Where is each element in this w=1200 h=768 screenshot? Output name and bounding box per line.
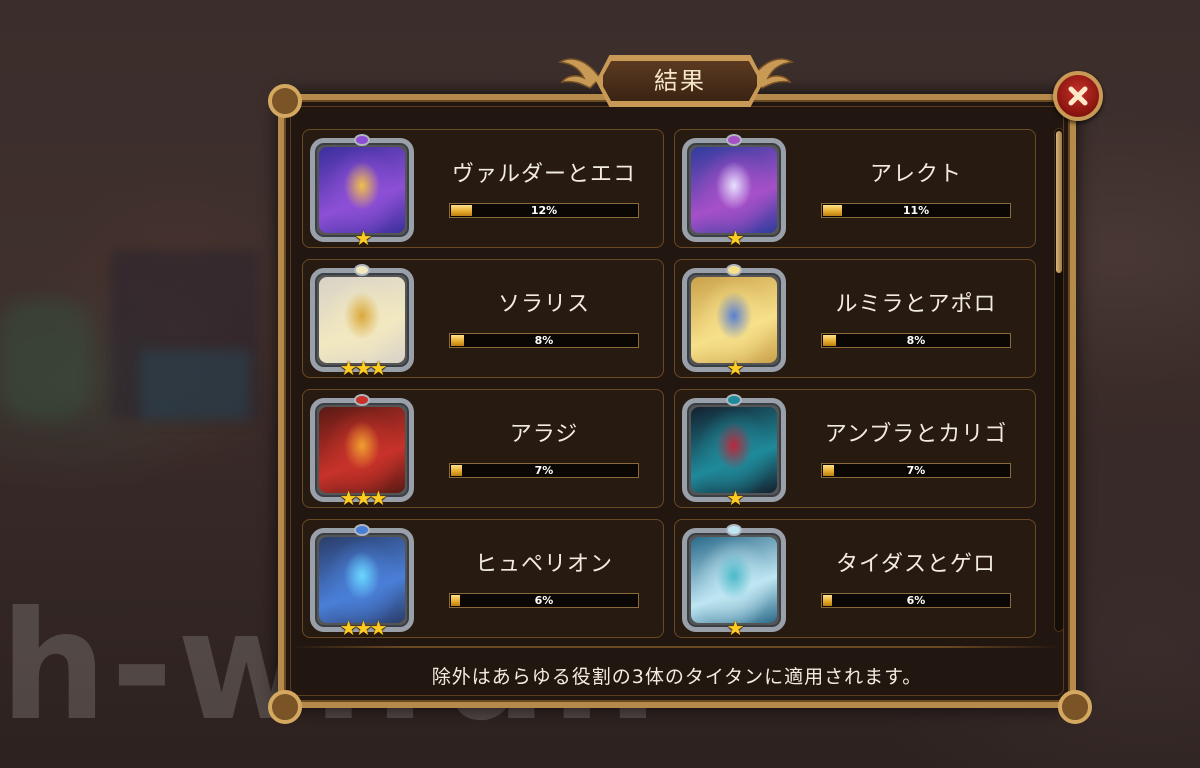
star-rating-icon: ★ bbox=[726, 356, 745, 380]
usage-percent-label: 6% bbox=[906, 594, 926, 607]
usage-percent-label: 7% bbox=[534, 464, 554, 477]
titan-portrait: ★ bbox=[310, 134, 414, 248]
star-rating-icon: ★ bbox=[726, 486, 745, 510]
usage-percent-label: 8% bbox=[534, 334, 554, 347]
portrait-gem-icon bbox=[726, 264, 742, 276]
star-rating-icon: ★★★ bbox=[339, 356, 388, 380]
titan-name: ソラリス bbox=[497, 292, 590, 317]
portrait-gem-icon bbox=[354, 394, 370, 406]
usage-progress-bar: 12% bbox=[449, 203, 639, 218]
titan-name: アンブラとカリゴ bbox=[824, 422, 1008, 447]
usage-percent-label: 7% bbox=[906, 464, 926, 477]
titan-card: ★★★ アラジ 7% bbox=[302, 389, 664, 508]
titan-portrait: ★ bbox=[682, 524, 786, 638]
titan-name: ヴァルダーとエコ bbox=[451, 162, 636, 187]
portrait-gem-icon bbox=[726, 394, 742, 406]
titan-avatar bbox=[319, 277, 405, 363]
titan-name: ヒュペリオン bbox=[474, 552, 613, 577]
titan-avatar bbox=[691, 147, 777, 233]
titan-name: タイダスとゲロ bbox=[835, 552, 997, 577]
titan-avatar bbox=[319, 407, 405, 493]
titan-avatar bbox=[691, 277, 777, 363]
usage-progress-bar: 7% bbox=[449, 463, 639, 478]
titan-portrait: ★★★ bbox=[310, 264, 414, 378]
corner-ornament-bottom-right bbox=[1058, 690, 1092, 724]
titan-card: ★★★ ヒュペリオン 6% bbox=[302, 519, 664, 638]
portrait-gem-icon bbox=[354, 264, 370, 276]
titan-card: ★ ルミラとアポロ 8% bbox=[674, 259, 1036, 378]
corner-ornament-top-left bbox=[268, 84, 302, 118]
background-tree bbox=[0, 300, 90, 420]
corner-ornament-bottom-left bbox=[268, 690, 302, 724]
portrait-gem-icon bbox=[354, 524, 370, 536]
titan-card: ★ アンブラとカリゴ 7% bbox=[674, 389, 1036, 508]
portrait-gem-icon bbox=[354, 134, 370, 146]
footer-divider bbox=[290, 646, 1060, 648]
titan-name: アラジ bbox=[509, 422, 579, 447]
titan-avatar bbox=[691, 537, 777, 623]
usage-progress-bar: 7% bbox=[821, 463, 1011, 478]
titan-card: ★ ヴァルダーとエコ 12% bbox=[302, 129, 664, 248]
titan-portrait: ★ bbox=[682, 264, 786, 378]
usage-progress-bar: 6% bbox=[821, 593, 1011, 608]
usage-progress-bar: 8% bbox=[449, 333, 639, 348]
dialog-title: 結果 bbox=[654, 67, 706, 95]
scrollbar-track[interactable] bbox=[1054, 128, 1064, 632]
titan-portrait: ★ bbox=[682, 394, 786, 508]
usage-percent-label: 12% bbox=[530, 204, 558, 217]
usage-percent-label: 8% bbox=[906, 334, 926, 347]
close-button[interactable] bbox=[1053, 71, 1103, 121]
titan-card: ★ タイダスとゲロ 6% bbox=[674, 519, 1036, 638]
usage-percent-label: 11% bbox=[902, 204, 930, 217]
titan-avatar bbox=[691, 407, 777, 493]
star-rating-icon: ★★★ bbox=[339, 616, 388, 640]
portrait-gem-icon bbox=[726, 524, 742, 536]
usage-progress-bar: 11% bbox=[821, 203, 1011, 218]
titan-card: ★★★ ソラリス 8% bbox=[302, 259, 664, 378]
star-rating-icon: ★★★ bbox=[339, 486, 388, 510]
titan-name: ルミラとアポロ bbox=[835, 292, 997, 317]
close-x-icon bbox=[1068, 86, 1088, 106]
usage-progress-bar: 8% bbox=[821, 333, 1011, 348]
footer-note: 除外はあらゆる役割の3体のタイタンに適用されます。 bbox=[431, 666, 923, 688]
scrollbar-thumb[interactable] bbox=[1056, 131, 1062, 273]
titan-avatar bbox=[319, 147, 405, 233]
titan-portrait: ★ bbox=[682, 134, 786, 248]
portrait-gem-icon bbox=[726, 134, 742, 146]
usage-progress-bar: 6% bbox=[449, 593, 639, 608]
titan-card: ★ アレクト 11% bbox=[674, 129, 1036, 248]
titan-name: アレクト bbox=[869, 162, 962, 187]
star-rating-icon: ★ bbox=[726, 226, 745, 250]
usage-percent-label: 6% bbox=[534, 594, 554, 607]
titan-portrait: ★★★ bbox=[310, 524, 414, 638]
titan-portrait: ★★★ bbox=[310, 394, 414, 508]
star-rating-icon: ★ bbox=[354, 226, 373, 250]
background-wall bbox=[140, 350, 250, 420]
titan-avatar bbox=[319, 537, 405, 623]
star-rating-icon: ★ bbox=[726, 616, 745, 640]
